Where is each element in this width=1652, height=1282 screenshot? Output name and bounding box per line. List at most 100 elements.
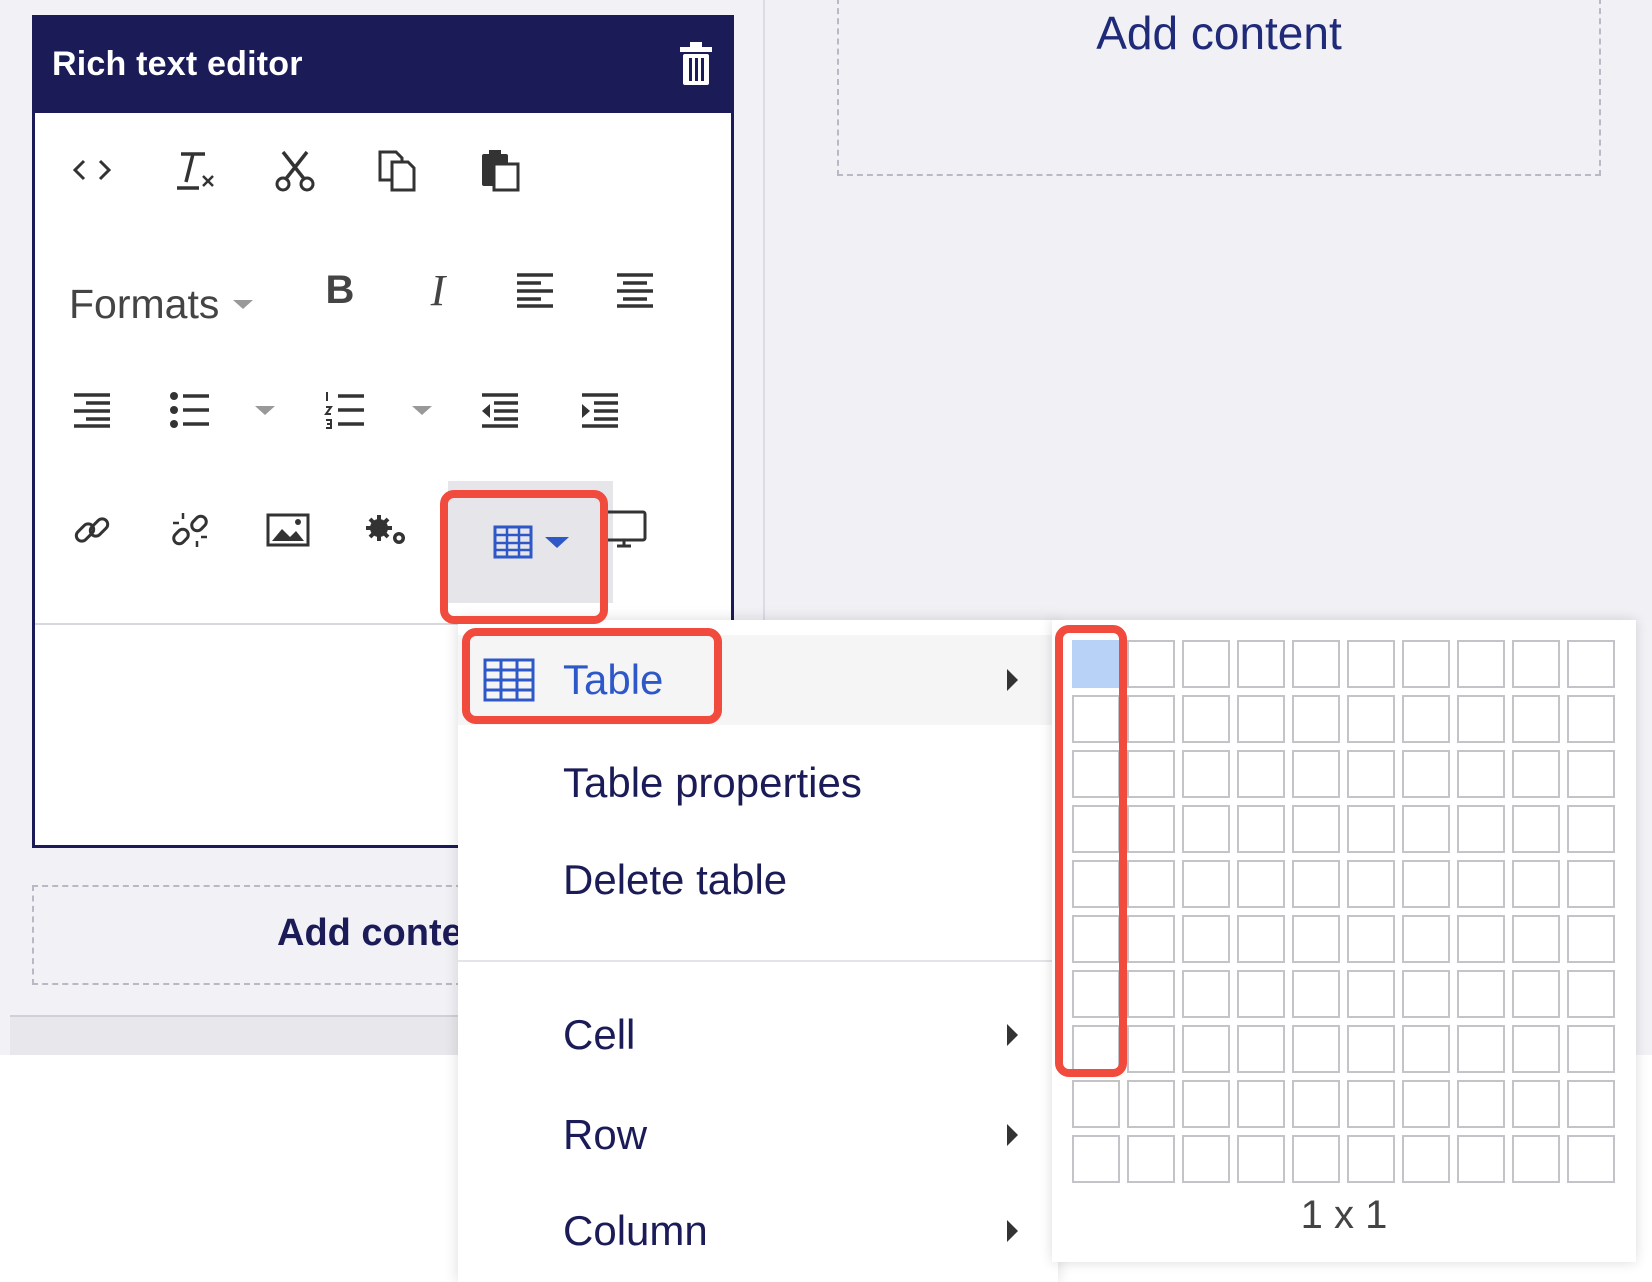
align-center-icon[interactable] <box>610 265 660 315</box>
table-size-cell[interactable] <box>1072 1080 1120 1128</box>
indent-icon[interactable] <box>575 385 625 435</box>
table-size-cell[interactable] <box>1457 1025 1505 1073</box>
table-size-cell[interactable] <box>1347 1025 1395 1073</box>
table-size-cell[interactable] <box>1402 970 1450 1018</box>
image-icon[interactable] <box>263 505 313 555</box>
table-size-cell[interactable] <box>1127 750 1175 798</box>
table-size-cell[interactable] <box>1457 805 1505 853</box>
table-size-cell[interactable] <box>1292 1080 1340 1128</box>
table-size-cell[interactable] <box>1347 915 1395 963</box>
table-size-cell[interactable] <box>1512 970 1560 1018</box>
table-size-cell[interactable] <box>1402 750 1450 798</box>
cut-icon[interactable] <box>270 145 320 195</box>
table-size-cell[interactable] <box>1182 860 1230 908</box>
menu-item-delete-table[interactable]: Delete table <box>458 835 1058 925</box>
table-size-cell[interactable] <box>1127 695 1175 743</box>
table-size-cell[interactable] <box>1347 970 1395 1018</box>
menu-item-table-properties[interactable]: Table properties <box>458 738 1058 828</box>
table-size-cell[interactable] <box>1292 805 1340 853</box>
table-size-cell[interactable] <box>1292 695 1340 743</box>
table-size-cell[interactable] <box>1347 640 1395 688</box>
table-size-cell[interactable] <box>1127 970 1175 1018</box>
source-code-icon[interactable] <box>67 145 117 195</box>
table-size-cell[interactable] <box>1237 805 1285 853</box>
table-size-cell[interactable] <box>1457 695 1505 743</box>
table-size-cell[interactable] <box>1182 1080 1230 1128</box>
table-size-cell[interactable] <box>1567 970 1615 1018</box>
menu-item-row[interactable]: Row <box>458 1090 1058 1180</box>
clear-formatting-icon[interactable] <box>170 145 220 195</box>
bold-button[interactable]: B <box>315 265 365 315</box>
table-size-cell[interactable] <box>1182 915 1230 963</box>
table-size-cell[interactable] <box>1182 695 1230 743</box>
align-left-icon[interactable] <box>510 265 560 315</box>
trash-icon[interactable] <box>678 41 714 87</box>
table-size-cell[interactable] <box>1127 640 1175 688</box>
table-size-cell[interactable] <box>1127 805 1175 853</box>
table-size-cell[interactable] <box>1567 860 1615 908</box>
table-size-cell[interactable] <box>1292 970 1340 1018</box>
add-content-bottom[interactable]: Add conte <box>32 885 462 985</box>
table-size-cell[interactable] <box>1292 915 1340 963</box>
table-size-cell[interactable] <box>1237 1025 1285 1073</box>
table-size-cell[interactable] <box>1402 640 1450 688</box>
table-size-cell[interactable] <box>1457 915 1505 963</box>
table-size-cell[interactable] <box>1292 1025 1340 1073</box>
table-size-cell[interactable] <box>1347 1080 1395 1128</box>
table-size-cell[interactable] <box>1347 1135 1395 1183</box>
table-size-cell[interactable] <box>1402 1025 1450 1073</box>
paste-icon[interactable] <box>475 145 525 195</box>
table-size-cell[interactable] <box>1127 860 1175 908</box>
table-size-cell[interactable] <box>1072 1135 1120 1183</box>
table-size-cell[interactable] <box>1347 860 1395 908</box>
table-size-cell[interactable] <box>1512 750 1560 798</box>
table-size-cell[interactable] <box>1512 695 1560 743</box>
copy-icon[interactable] <box>372 145 422 195</box>
table-size-cell[interactable] <box>1292 750 1340 798</box>
menu-item-cell[interactable]: Cell <box>458 990 1058 1080</box>
outdent-icon[interactable] <box>475 385 525 435</box>
table-size-cell[interactable] <box>1457 1135 1505 1183</box>
table-size-cell[interactable] <box>1182 1135 1230 1183</box>
table-size-cell[interactable] <box>1457 860 1505 908</box>
table-size-cell[interactable] <box>1512 915 1560 963</box>
table-size-cell[interactable] <box>1237 915 1285 963</box>
table-size-cell[interactable] <box>1292 1135 1340 1183</box>
table-size-cell[interactable] <box>1347 805 1395 853</box>
table-size-cell[interactable] <box>1567 695 1615 743</box>
italic-button[interactable]: I <box>413 265 463 315</box>
table-size-cell[interactable] <box>1457 970 1505 1018</box>
table-size-cell[interactable] <box>1237 970 1285 1018</box>
settings-icon[interactable] <box>362 505 412 555</box>
table-size-cell[interactable] <box>1402 1080 1450 1128</box>
table-size-cell[interactable] <box>1457 640 1505 688</box>
table-size-cell[interactable] <box>1182 1025 1230 1073</box>
table-size-cell[interactable] <box>1512 1080 1560 1128</box>
table-size-cell[interactable] <box>1127 915 1175 963</box>
table-size-cell[interactable] <box>1457 750 1505 798</box>
table-size-cell[interactable] <box>1402 695 1450 743</box>
table-size-cell[interactable] <box>1567 1025 1615 1073</box>
table-size-cell[interactable] <box>1182 640 1230 688</box>
table-size-cell[interactable] <box>1567 805 1615 853</box>
table-size-cell[interactable] <box>1127 1135 1175 1183</box>
table-size-cell[interactable] <box>1237 1135 1285 1183</box>
table-size-cell[interactable] <box>1292 860 1340 908</box>
formats-dropdown[interactable]: Formats <box>69 281 254 328</box>
table-size-cell[interactable] <box>1567 750 1615 798</box>
table-size-cell[interactable] <box>1567 640 1615 688</box>
table-size-cell[interactable] <box>1182 970 1230 1018</box>
table-size-cell[interactable] <box>1292 640 1340 688</box>
table-size-cell[interactable] <box>1512 1135 1560 1183</box>
table-size-cell[interactable] <box>1567 1135 1615 1183</box>
table-size-cell[interactable] <box>1347 750 1395 798</box>
table-size-cell[interactable] <box>1127 1025 1175 1073</box>
table-size-cell[interactable] <box>1237 695 1285 743</box>
numbered-list-icon[interactable] <box>320 385 370 435</box>
table-size-cell[interactable] <box>1512 1025 1560 1073</box>
align-right-icon[interactable] <box>67 385 117 435</box>
table-size-cell[interactable] <box>1402 915 1450 963</box>
link-icon[interactable] <box>67 505 117 555</box>
table-size-cell[interactable] <box>1237 860 1285 908</box>
table-size-cell[interactable] <box>1182 805 1230 853</box>
